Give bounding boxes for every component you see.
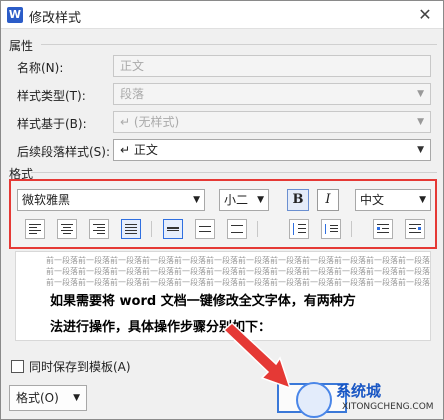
- annotation-arrow: [222, 321, 292, 390]
- red-arrow-icon: [222, 321, 292, 390]
- watermark-name: 系统城: [336, 382, 382, 400]
- site-watermark: 系统城 XITONGCHENG.COM: [296, 380, 440, 418]
- watermark-url: XITONGCHENG.COM: [342, 402, 434, 412]
- house-logo-icon: [296, 382, 332, 418]
